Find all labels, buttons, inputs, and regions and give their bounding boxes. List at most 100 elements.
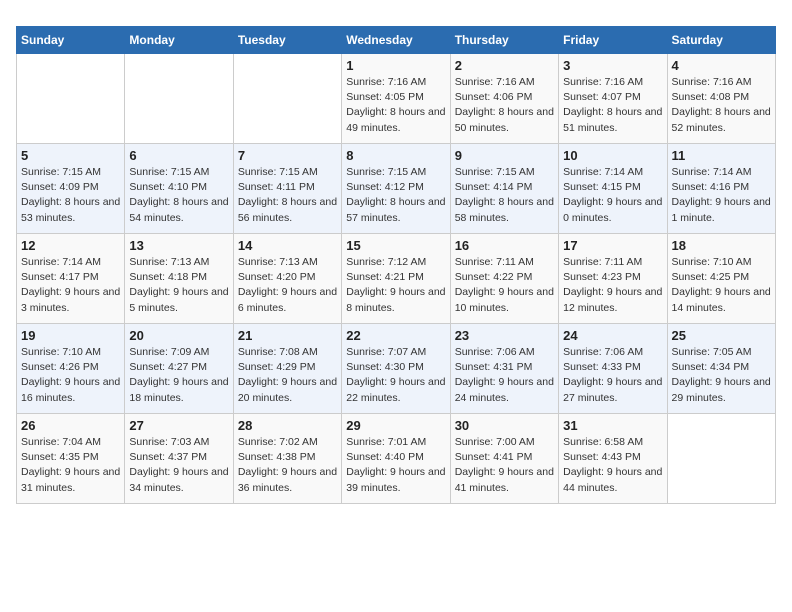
day-detail: Sunrise: 7:04 AMSunset: 4:35 PMDaylight:…: [21, 435, 120, 496]
day-number: 4: [672, 58, 771, 73]
day-number: 30: [455, 418, 554, 433]
calendar-cell: [667, 414, 775, 504]
weekday-header-monday: Monday: [125, 27, 233, 54]
day-detail: Sunrise: 7:10 AMSunset: 4:25 PMDaylight:…: [672, 255, 771, 316]
calendar-cell: 8 Sunrise: 7:15 AMSunset: 4:12 PMDaylight…: [342, 144, 450, 234]
day-number: 31: [563, 418, 662, 433]
calendar-cell: 31 Sunrise: 6:58 AMSunset: 4:43 PMDayligh…: [559, 414, 667, 504]
day-detail: Sunrise: 7:14 AMSunset: 4:17 PMDaylight:…: [21, 255, 120, 316]
day-number: 22: [346, 328, 445, 343]
day-detail: Sunrise: 7:00 AMSunset: 4:41 PMDaylight:…: [455, 435, 554, 496]
day-number: 14: [238, 238, 337, 253]
day-detail: Sunrise: 7:15 AMSunset: 4:11 PMDaylight:…: [238, 165, 337, 226]
calendar-cell: 28 Sunrise: 7:02 AMSunset: 4:38 PMDayligh…: [233, 414, 341, 504]
day-detail: Sunrise: 7:15 AMSunset: 4:12 PMDaylight:…: [346, 165, 445, 226]
day-number: 18: [672, 238, 771, 253]
day-number: 25: [672, 328, 771, 343]
day-number: 17: [563, 238, 662, 253]
day-number: 29: [346, 418, 445, 433]
calendar-cell: 23 Sunrise: 7:06 AMSunset: 4:31 PMDayligh…: [450, 324, 558, 414]
calendar-table: SundayMondayTuesdayWednesdayThursdayFrid…: [16, 26, 776, 504]
weekday-header-sunday: Sunday: [17, 27, 125, 54]
day-number: 5: [21, 148, 120, 163]
calendar-cell: 29 Sunrise: 7:01 AMSunset: 4:40 PMDayligh…: [342, 414, 450, 504]
calendar-cell: [233, 54, 341, 144]
calendar-cell: [125, 54, 233, 144]
day-number: 15: [346, 238, 445, 253]
day-detail: Sunrise: 7:11 AMSunset: 4:23 PMDaylight:…: [563, 255, 662, 316]
day-detail: Sunrise: 7:15 AMSunset: 4:14 PMDaylight:…: [455, 165, 554, 226]
calendar-cell: 4 Sunrise: 7:16 AMSunset: 4:08 PMDaylight…: [667, 54, 775, 144]
weekday-header-tuesday: Tuesday: [233, 27, 341, 54]
day-number: 21: [238, 328, 337, 343]
day-detail: Sunrise: 7:13 AMSunset: 4:18 PMDaylight:…: [129, 255, 228, 316]
day-number: 11: [672, 148, 771, 163]
day-number: 2: [455, 58, 554, 73]
day-number: 3: [563, 58, 662, 73]
day-detail: Sunrise: 7:13 AMSunset: 4:20 PMDaylight:…: [238, 255, 337, 316]
day-detail: Sunrise: 7:03 AMSunset: 4:37 PMDaylight:…: [129, 435, 228, 496]
calendar-cell: 7Sunrise: 7:15 AMSunset: 4:11 PMDaylight…: [233, 144, 341, 234]
weekday-header-friday: Friday: [559, 27, 667, 54]
day-number: 8: [346, 148, 445, 163]
calendar-cell: 26 Sunrise: 7:04 AMSunset: 4:35 PMDayligh…: [17, 414, 125, 504]
day-detail: Sunrise: 7:16 AMSunset: 4:07 PMDaylight:…: [563, 75, 662, 136]
day-number: 19: [21, 328, 120, 343]
day-detail: Sunrise: 7:14 AMSunset: 4:15 PMDaylight:…: [563, 165, 662, 226]
day-detail: Sunrise: 7:15 AMSunset: 4:09 PMDaylight:…: [21, 165, 120, 226]
calendar-cell: 11Sunrise: 7:14 AMSunset: 4:16 PMDayligh…: [667, 144, 775, 234]
day-detail: Sunrise: 7:01 AMSunset: 4:40 PMDaylight:…: [346, 435, 445, 496]
day-detail: Sunrise: 7:12 AMSunset: 4:21 PMDaylight:…: [346, 255, 445, 316]
day-number: 20: [129, 328, 228, 343]
day-detail: Sunrise: 7:05 AMSunset: 4:34 PMDaylight:…: [672, 345, 771, 406]
day-number: 16: [455, 238, 554, 253]
calendar-cell: 5 Sunrise: 7:15 AMSunset: 4:09 PMDaylight…: [17, 144, 125, 234]
day-detail: Sunrise: 6:58 AMSunset: 4:43 PMDaylight:…: [563, 435, 662, 496]
day-detail: Sunrise: 7:16 AMSunset: 4:06 PMDaylight:…: [455, 75, 554, 136]
day-number: 10: [563, 148, 662, 163]
calendar-cell: 21 Sunrise: 7:08 AMSunset: 4:29 PMDayligh…: [233, 324, 341, 414]
day-detail: Sunrise: 7:02 AMSunset: 4:38 PMDaylight:…: [238, 435, 337, 496]
day-detail: Sunrise: 7:15 AMSunset: 4:10 PMDaylight:…: [129, 165, 228, 226]
calendar-cell: 17 Sunrise: 7:11 AMSunset: 4:23 PMDayligh…: [559, 234, 667, 324]
calendar-cell: 19 Sunrise: 7:10 AMSunset: 4:26 PMDayligh…: [17, 324, 125, 414]
day-detail: Sunrise: 7:16 AMSunset: 4:08 PMDaylight:…: [672, 75, 771, 136]
calendar-cell: 9 Sunrise: 7:15 AMSunset: 4:14 PMDaylight…: [450, 144, 558, 234]
day-number: 6: [129, 148, 228, 163]
calendar-cell: 20 Sunrise: 7:09 AMSunset: 4:27 PMDayligh…: [125, 324, 233, 414]
calendar-cell: 2 Sunrise: 7:16 AMSunset: 4:06 PMDaylight…: [450, 54, 558, 144]
day-number: 24: [563, 328, 662, 343]
calendar-cell: 15 Sunrise: 7:12 AMSunset: 4:21 PMDayligh…: [342, 234, 450, 324]
calendar-cell: 22 Sunrise: 7:07 AMSunset: 4:30 PMDayligh…: [342, 324, 450, 414]
calendar-cell: 30 Sunrise: 7:00 AMSunset: 4:41 PMDayligh…: [450, 414, 558, 504]
calendar-cell: 14 Sunrise: 7:13 AMSunset: 4:20 PMDayligh…: [233, 234, 341, 324]
day-number: 13: [129, 238, 228, 253]
day-detail: Sunrise: 7:10 AMSunset: 4:26 PMDaylight:…: [21, 345, 120, 406]
day-number: 26: [21, 418, 120, 433]
day-detail: Sunrise: 7:09 AMSunset: 4:27 PMDaylight:…: [129, 345, 228, 406]
calendar-cell: 16 Sunrise: 7:11 AMSunset: 4:22 PMDayligh…: [450, 234, 558, 324]
weekday-header-saturday: Saturday: [667, 27, 775, 54]
day-detail: Sunrise: 7:06 AMSunset: 4:33 PMDaylight:…: [563, 345, 662, 406]
day-number: 27: [129, 418, 228, 433]
calendar-cell: [17, 54, 125, 144]
calendar-cell: 18 Sunrise: 7:10 AMSunset: 4:25 PMDayligh…: [667, 234, 775, 324]
day-detail: Sunrise: 7:16 AMSunset: 4:05 PMDaylight:…: [346, 75, 445, 136]
calendar-cell: 3 Sunrise: 7:16 AMSunset: 4:07 PMDaylight…: [559, 54, 667, 144]
calendar-cell: 13 Sunrise: 7:13 AMSunset: 4:18 PMDayligh…: [125, 234, 233, 324]
weekday-header-thursday: Thursday: [450, 27, 558, 54]
day-number: 28: [238, 418, 337, 433]
day-number: 23: [455, 328, 554, 343]
day-detail: Sunrise: 7:08 AMSunset: 4:29 PMDaylight:…: [238, 345, 337, 406]
weekday-header-wednesday: Wednesday: [342, 27, 450, 54]
day-detail: Sunrise: 7:06 AMSunset: 4:31 PMDaylight:…: [455, 345, 554, 406]
day-number: 9: [455, 148, 554, 163]
calendar-cell: 25 Sunrise: 7:05 AMSunset: 4:34 PMDayligh…: [667, 324, 775, 414]
day-detail: Sunrise: 7:07 AMSunset: 4:30 PMDaylight:…: [346, 345, 445, 406]
calendar-header: SundayMondayTuesdayWednesdayThursdayFrid…: [17, 27, 776, 54]
calendar-cell: 24 Sunrise: 7:06 AMSunset: 4:33 PMDayligh…: [559, 324, 667, 414]
day-detail: Sunrise: 7:11 AMSunset: 4:22 PMDaylight:…: [455, 255, 554, 316]
day-number: 1: [346, 58, 445, 73]
calendar-cell: 6 Sunrise: 7:15 AMSunset: 4:10 PMDaylight…: [125, 144, 233, 234]
calendar-cell: 1 Sunrise: 7:16 AMSunset: 4:05 PMDaylight…: [342, 54, 450, 144]
